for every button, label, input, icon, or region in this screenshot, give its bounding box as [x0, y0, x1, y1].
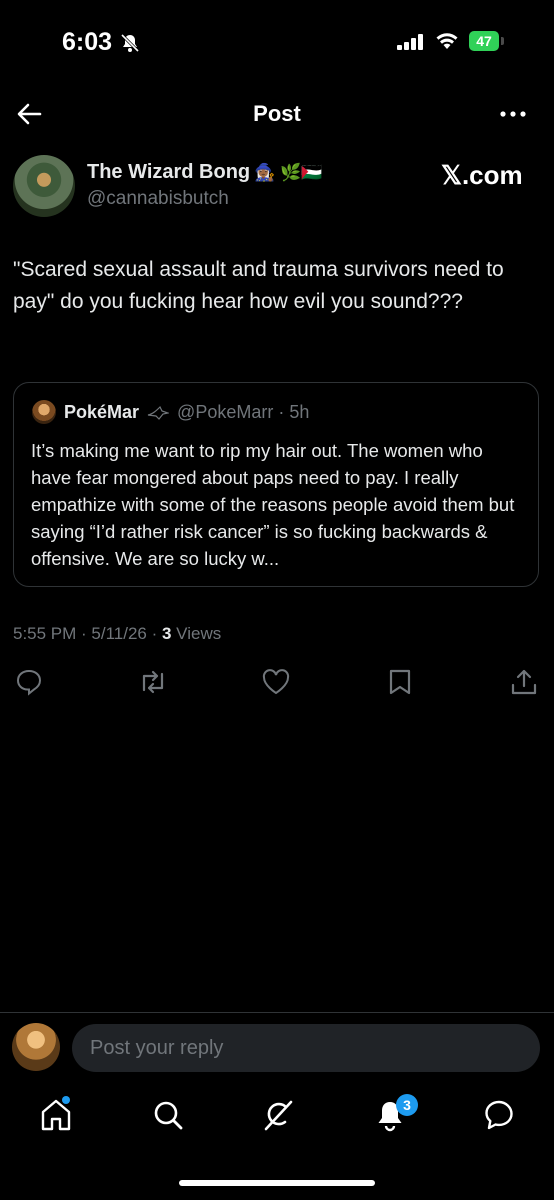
grok-icon[interactable] — [262, 1098, 294, 1132]
home-indicator[interactable] — [179, 1180, 375, 1186]
quote-header: PokéMar @PokeMarr · 5h — [64, 402, 309, 423]
signal-icon — [397, 34, 423, 50]
quote-handle-time: @PokeMarr · 5h — [177, 402, 310, 422]
home-new-indicator — [62, 1096, 70, 1104]
reply-icon[interactable] — [15, 668, 43, 696]
quote-avatar — [32, 400, 56, 424]
repost-icon[interactable] — [138, 668, 168, 696]
author-handle[interactable]: @cannabisbutch — [87, 188, 229, 210]
post-meta: 5:55 PM · 5/11/26 · 3 Views — [13, 624, 221, 644]
messages-icon[interactable] — [483, 1098, 515, 1132]
post-timestamp: 5:55 PM · 5/11/26 · — [13, 624, 162, 643]
notifications-badge: 3 — [396, 1094, 418, 1116]
post-text: "Scared sexual assault and trauma surviv… — [13, 258, 504, 313]
bookmark-icon[interactable] — [387, 668, 413, 696]
status-time: 6:03 — [62, 28, 113, 56]
source-label: 𝕏.com — [441, 160, 523, 190]
battery-tip — [501, 37, 504, 45]
current-user-avatar[interactable] — [12, 1023, 60, 1071]
bird-icon — [147, 405, 170, 420]
quote-text: It’s making me want to rip my hair out. … — [31, 440, 515, 569]
author-name-emojis: 🧙🏾‍♀️ 🌿🇵🇸 — [254, 162, 323, 182]
like-icon[interactable] — [261, 668, 291, 696]
author-name[interactable]: The Wizard Bong — [87, 161, 250, 184]
views-label: Views — [171, 624, 222, 643]
reply-input[interactable] — [72, 1024, 540, 1072]
silent-bell-icon — [120, 33, 140, 53]
more-icon[interactable] — [499, 101, 527, 127]
quote-author-name: PokéMar — [64, 402, 140, 422]
wifi-icon — [436, 33, 458, 49]
battery-level: 47 — [469, 31, 499, 51]
share-icon[interactable] — [510, 668, 538, 696]
page-title: Post — [253, 101, 301, 126]
search-icon[interactable] — [152, 1098, 184, 1132]
reply-divider — [0, 1012, 554, 1013]
author-avatar[interactable] — [13, 155, 75, 217]
author-name-row[interactable]: The Wizard Bong 🧙🏾‍♀️ 🌿🇵🇸 — [87, 161, 322, 184]
